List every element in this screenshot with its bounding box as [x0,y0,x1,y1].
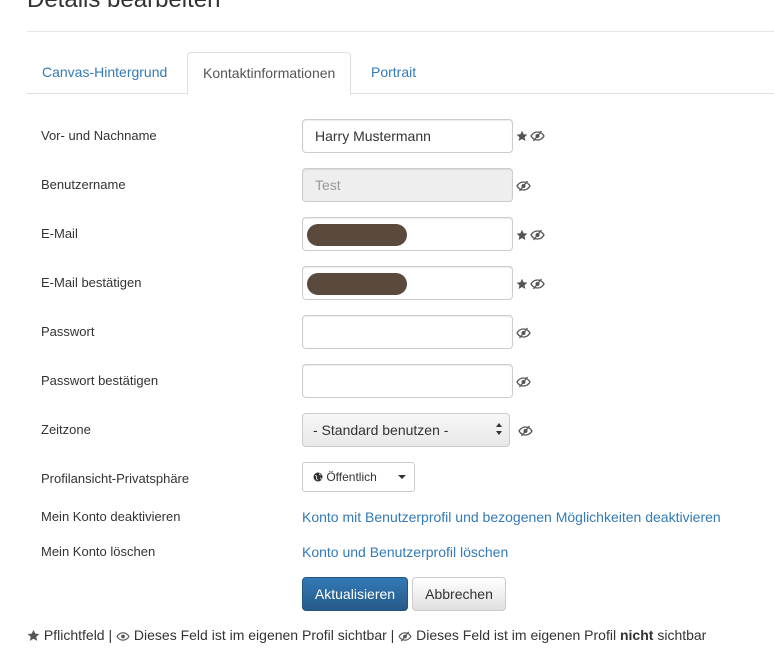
eye-slash-icon [516,376,531,388]
eye-slash-icon [516,180,531,192]
eye-slash-icon [516,327,531,339]
username-label: Benutzername [41,177,126,192]
redaction-mark [307,273,407,295]
legend-visible: Dieses Feld ist im eigenen Profil sichtb… [133,627,395,643]
redaction-mark [307,224,407,246]
select-arrows-icon [496,423,502,435]
cancel-button[interactable]: Abbrechen [412,577,506,611]
privacy-dropdown[interactable]: Öffentlich [302,462,415,492]
email-label: E-Mail [41,226,78,241]
name-label: Vor- und Nachname [41,128,157,143]
star-icon [516,229,528,240]
tab-portrait[interactable]: Portrait [356,52,431,94]
deactivate-label: Mein Konto deaktivieren [41,509,181,524]
eye-slash-icon [530,278,545,290]
globe-icon [313,472,323,482]
timezone-selected: - Standard benutzen - [313,422,449,438]
caret-down-icon [398,475,406,479]
password-confirm-label: Passwort bestätigen [41,373,159,388]
email-input[interactable] [302,217,513,251]
legend-hidden-prefix: Dieses Feld ist im eigenen Profil [416,627,617,643]
legend-hidden-bold: nicht [619,627,654,643]
eye-slash-icon [530,130,545,142]
delete-account-link[interactable]: Konto und Benutzerprofil löschen [302,544,508,560]
eye-icon [116,632,130,641]
tab-canvas-hintergrund[interactable]: Canvas-Hintergrund [27,52,182,94]
eye-slash-icon [518,425,533,437]
password-input[interactable] [302,315,513,349]
timezone-select[interactable]: - Standard benutzen - [302,413,510,447]
delete-label: Mein Konto löschen [41,544,156,559]
eye-slash-icon [398,631,412,642]
name-input[interactable]: Harry Mustermann [302,119,513,153]
username-input: Test [302,168,513,202]
star-icon [27,629,40,641]
email-confirm-label: E-Mail bestätigen [41,275,142,290]
tab-bar: Canvas-Hintergrund Kontaktinformationen … [27,52,774,95]
privacy-selected: Öffentlich [326,470,377,484]
legend-required: Pflichtfeld | [43,627,113,643]
field-legend: Pflichtfeld | Dieses Feld ist im eigenen… [27,627,706,643]
page-title: Details bearbeiten [27,0,220,14]
legend-hidden-suffix: sichtbar [657,627,707,643]
password-label: Passwort [41,324,95,339]
update-button[interactable]: Aktualisieren [302,577,408,611]
star-icon [516,130,528,141]
password-confirm-input[interactable] [302,364,513,398]
privacy-label: Profilansicht-Privatsphäre [41,471,190,486]
tab-kontaktinformationen[interactable]: Kontaktinformationen [187,52,352,95]
star-icon [516,278,528,289]
timezone-label: Zeitzone [41,422,91,437]
deactivate-account-link[interactable]: Konto mit Benutzerprofil und bezogenen M… [302,509,721,525]
eye-slash-icon [530,229,545,241]
email-confirm-input[interactable] [302,266,513,300]
title-divider [27,31,774,32]
